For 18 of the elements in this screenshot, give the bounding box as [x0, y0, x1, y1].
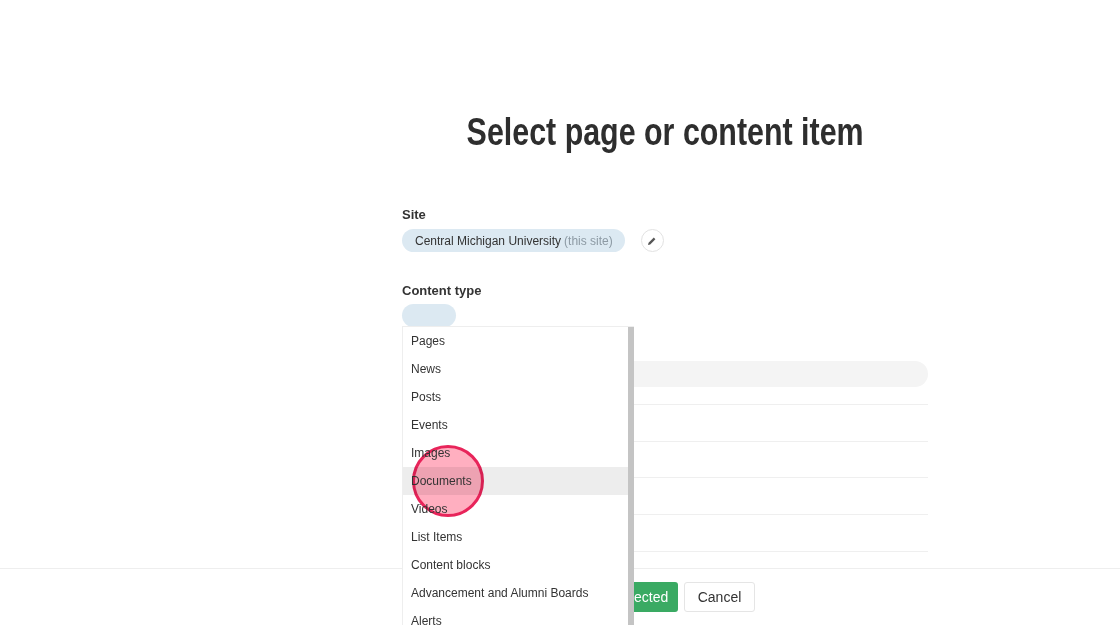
dropdown-option[interactable]: Posts: [403, 383, 628, 411]
content-type-label: Content type: [402, 283, 483, 299]
search-field[interactable]: [634, 361, 928, 387]
site-chip[interactable]: Central Michigan University (this site): [402, 229, 625, 252]
dropdown-option[interactable]: Events: [403, 411, 628, 439]
dropdown-option[interactable]: Advancement and Alumni Boards: [403, 579, 628, 607]
scrollbar[interactable]: [628, 327, 634, 625]
pencil-icon: [647, 235, 658, 246]
edit-button[interactable]: [640, 229, 664, 252]
page-title: Select page or content item: [466, 110, 864, 154]
dropdown-option[interactable]: Pages: [403, 327, 628, 355]
dropdown-option[interactable]: List Items: [403, 523, 628, 551]
dropdown-option[interactable]: News: [403, 355, 628, 383]
dropdown-option[interactable]: Content blocks: [403, 551, 628, 579]
dropdown-option[interactable]: Alerts: [403, 607, 628, 625]
content-type-chip[interactable]: [402, 304, 456, 327]
cancel-button[interactable]: Cancel: [684, 582, 755, 612]
site-label: Site: [402, 207, 427, 223]
